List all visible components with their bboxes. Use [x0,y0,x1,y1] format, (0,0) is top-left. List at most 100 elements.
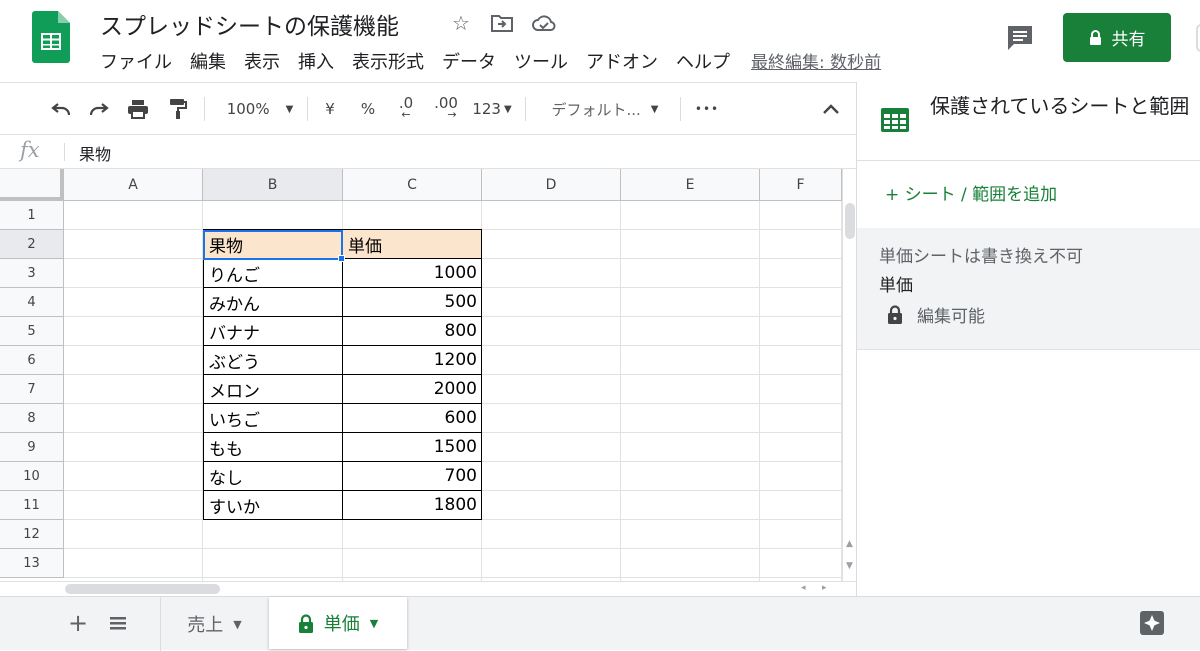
horizontal-scrollbar[interactable]: ◂ ▸ [0,581,856,596]
row-header-9[interactable]: 9 [0,433,64,462]
gridline-vertical [620,201,621,581]
cell-c2[interactable]: 単価 [343,229,482,259]
horizontal-scroll-thumb[interactable] [65,584,220,594]
cell-b4[interactable]: みかん [203,288,343,317]
zoom-select[interactable]: 100% ▼ [218,83,302,135]
protected-range-item[interactable]: 単価シートは書き換え不可 単価 編集可能 [857,228,1200,350]
cell-b9[interactable]: もも [203,433,343,462]
menu-view[interactable]: 表示 [235,48,289,74]
cell-b5[interactable]: バナナ [203,317,343,346]
row-header-6[interactable]: 6 [0,346,64,375]
paint-format-icon[interactable] [163,83,193,135]
undo-icon[interactable] [46,83,76,135]
comments-icon[interactable] [1004,22,1036,54]
fill-handle[interactable] [338,255,345,262]
vertical-scroll-thumb[interactable] [845,203,855,239]
sheets-logo-icon[interactable] [32,11,70,63]
increase-decimal-button[interactable]: .00 → [430,83,462,135]
row-header-12[interactable]: 12 [0,520,64,549]
scroll-left-icon[interactable]: ◂ [801,583,806,593]
menu-file[interactable]: ファイル [100,48,181,74]
cell-b7[interactable]: メロン [203,375,343,404]
row-header-7[interactable]: 7 [0,375,64,404]
menu-data[interactable]: データ [433,48,505,74]
toolbar-divider [204,97,205,121]
row-header-10[interactable]: 10 [0,462,64,491]
row-header-3[interactable]: 3 [0,259,64,288]
sheet-tab-price[interactable]: 単価 ▼ [269,597,407,649]
add-sheet-icon[interactable]: + [64,609,92,637]
cell-c9[interactable]: 1500 [343,433,482,462]
sheet-tab-label: 売上 [187,615,224,636]
cell-c7[interactable]: 2000 [343,375,482,404]
star-icon[interactable]: ☆ [448,10,474,36]
cell-b8[interactable]: いちご [203,404,343,433]
menu-addons[interactable]: アドオン [577,48,667,74]
number-format-select[interactable]: 123 ▼ [468,83,516,135]
font-select[interactable]: デフォルト... ▼ [540,83,670,135]
more-options-icon[interactable]: ••• [692,83,722,135]
sheet-tab-sales[interactable]: 売上 ▼ [160,597,268,651]
cell-c5[interactable]: 800 [343,317,482,346]
account-avatar[interactable] [1196,24,1200,52]
vertical-scrollbar[interactable]: ▲ ▼ [842,169,856,581]
cell-c8[interactable]: 600 [343,404,482,433]
menu-insert[interactable]: 挿入 [289,48,343,74]
menu-edit[interactable]: 編集 [181,48,235,74]
row-header-4[interactable]: 4 [0,288,64,317]
add-sheet-range-button[interactable]: + シート / 範囲を追加 [885,180,1057,205]
column-header-f[interactable]: F [760,169,842,201]
arrow-right-icon: → [447,108,457,121]
cell-c6[interactable]: 1200 [343,346,482,375]
cell-c10[interactable]: 700 [343,462,482,491]
cell-c4[interactable]: 500 [343,288,482,317]
column-header-e[interactable]: E [621,169,760,201]
spreadsheet-grid[interactable]: ABCDEF 1 2 3 4 5 6 7 8 9 10 11 12 13 果物 単価 りんご 1000 みかん 5… [0,169,842,581]
row-header-13[interactable]: 13 [0,549,64,578]
cell-b10[interactable]: なし [203,462,343,491]
currency-format-button[interactable]: ¥ [318,83,342,135]
chevron-down-icon: ▼ [503,103,512,115]
menu-format[interactable]: 表示形式 [343,48,433,74]
scroll-down-icon[interactable]: ▼ [846,561,853,571]
cell-b11[interactable]: すいか [203,491,343,520]
panel-title: 保護されているシートと範囲 [930,94,1190,118]
sheet-tab-label: 単価 [323,614,360,635]
menu-help[interactable]: ヘルプ [667,48,739,74]
cell-c3[interactable]: 1000 [343,259,482,288]
scroll-right-icon[interactable]: ▸ [822,583,827,593]
row-header-5[interactable]: 5 [0,317,64,346]
range-description: 単価シートは書き換え不可 [879,247,1083,267]
formula-input[interactable]: 果物 [79,141,111,165]
move-folder-icon[interactable] [489,10,515,36]
collapse-menus-icon[interactable] [816,83,846,135]
cell-b3[interactable]: りんご [203,259,343,288]
toolbar-divider [525,97,526,121]
print-icon[interactable] [123,83,153,135]
all-sheets-menu-icon[interactable] [108,609,134,637]
row-header-1[interactable]: 1 [0,201,64,230]
cloud-saved-icon[interactable] [531,10,557,36]
column-header-c[interactable]: C [343,169,482,201]
redo-icon[interactable] [84,83,114,135]
column-header-b[interactable]: B [203,169,343,201]
last-edit-link[interactable]: 最終編集: 数秒前 [751,48,881,74]
explore-icon[interactable] [1138,609,1166,637]
scroll-up-icon[interactable]: ▲ [846,539,853,549]
row-header-11[interactable]: 11 [0,491,64,520]
percent-format-button[interactable]: % [356,83,380,135]
cell-selection [203,230,343,260]
row-header-8[interactable]: 8 [0,404,64,433]
cell-c11[interactable]: 1800 [343,491,482,520]
column-header-d[interactable]: D [482,169,621,201]
range-permission: 編集可能 [917,307,985,327]
menu-tools[interactable]: ツール [505,48,577,74]
share-button[interactable]: 共有 [1063,13,1171,62]
column-header-a[interactable]: A [64,169,203,201]
cell-b6[interactable]: ぶどう [203,346,343,375]
row-header-2[interactable]: 2 [0,230,64,259]
protected-ranges-panel: 保護されているシートと範囲 + シート / 範囲を追加 単価シートは書き換え不可… [856,82,1200,596]
select-all-corner[interactable] [0,169,64,201]
document-title[interactable]: スプレッドシートの保護機能 [100,7,399,41]
decrease-decimal-button[interactable]: .0 ← [392,83,420,135]
